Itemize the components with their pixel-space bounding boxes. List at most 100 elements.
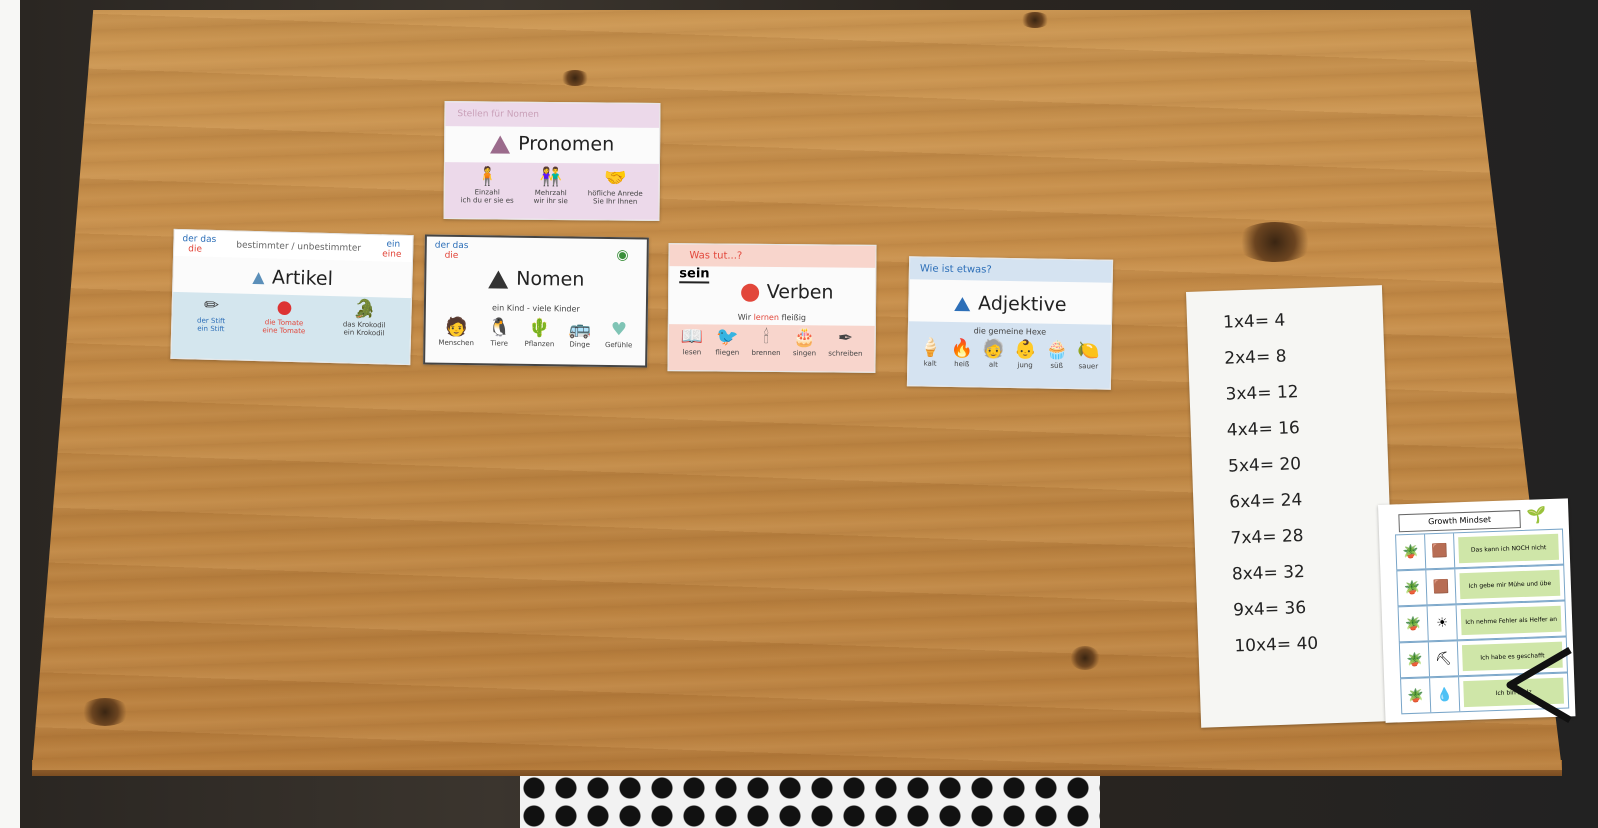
pencil-icon: ✏ — [203, 294, 220, 317]
triangle-icon — [488, 269, 509, 289]
growth-step-text: Das kann ich NOCH nicht — [1458, 533, 1560, 564]
adj-cold: 🍦 kalt — [918, 337, 942, 368]
flowerpot-icon: 🪴 — [1396, 534, 1427, 570]
poster-header-text: Stellen für Nomen — [457, 109, 540, 120]
poster-title: Growth Mindset — [1398, 510, 1521, 533]
photo-border-left — [0, 0, 20, 828]
poster-title: Artikel — [173, 264, 411, 292]
arrow-marker — [1506, 646, 1572, 724]
artikel-pen: ✏ der Stift ein Stift — [196, 294, 226, 334]
nomen-subtitle: ein Kind - viele Kinder — [491, 303, 580, 314]
flowerpot-icon: 🪴 — [1398, 606, 1429, 642]
crocodile-icon: 🐊 — [353, 298, 377, 321]
pronomen-pictures: 🧍 Einzahl ich du er sie es 👫 Mehrzahl wir ih… — [451, 166, 653, 207]
adj-old: 🧓 alt — [982, 338, 1006, 369]
eye-icon: ◉ — [616, 247, 629, 264]
artikel-pictures: ✏ der Stift ein Stift ● die Tomate eine Toma… — [178, 294, 405, 339]
penguin-icon: 🐧 — [488, 317, 511, 339]
ice-cream-icon: 🍦 — [918, 337, 942, 359]
nomen-plants: 🌵 Pflanzen — [524, 317, 555, 349]
pronomen-plural: 👫 Mehrzahl wir ihr sie — [533, 166, 568, 206]
verb-read: 📖 lesen — [680, 326, 704, 357]
sun-icon: ☀ — [1427, 605, 1458, 641]
pronomen-singular: 🧍 Einzahl ich du er sie es — [460, 166, 514, 206]
poster-header-text: Was tut...? — [689, 250, 743, 262]
cactus-icon: 🌵 — [528, 317, 552, 340]
bus-icon: 🚌 — [568, 318, 592, 340]
verb-write: ✒ schreiben — [828, 327, 863, 358]
seed-bag-icon: 🟫 — [1425, 533, 1456, 569]
triangle-icon — [954, 296, 971, 311]
poster-title: Verben — [699, 280, 875, 304]
heart-icon: ♥ — [610, 319, 628, 341]
growth-step-text: Ich gebe mir Mühe und übe — [1459, 569, 1561, 600]
pronomen-poster: Stellen für Nomen Pronomen 🧍 Einzahl ich d… — [443, 101, 661, 221]
growth-step: 🪴 🟫 Das kann ich NOCH nicht — [1395, 528, 1565, 571]
person-icon: 🧑 — [445, 316, 468, 339]
wood-knot — [560, 70, 590, 86]
adj-hot: 🔥 heiß — [950, 337, 974, 369]
flowerpot-icon: 🪴 — [1401, 678, 1432, 714]
wood-knot — [1235, 222, 1315, 262]
times-table-row: 9x4= 36 — [1232, 598, 1307, 621]
verben-poster: Was tut...? sein Verben Wir lernen fleiß… — [667, 243, 877, 373]
times-table-row: 1x4= 4 — [1222, 310, 1286, 333]
nomen-poster: der das die ◉ Nomen ein Kind - viele Kin… — [423, 234, 649, 368]
nomen-people: 🧑 Menschen — [438, 316, 474, 348]
nomen-feelings: ♥ Gefühle — [604, 319, 633, 350]
fire-icon: 🔥 — [950, 337, 974, 360]
person-icon: 🧍 — [476, 166, 499, 188]
triangle-icon — [251, 271, 265, 284]
polka-dot-rug — [520, 774, 1100, 828]
reading-icon: 📖 — [680, 326, 704, 348]
times-table-row: 6x4= 24 — [1229, 490, 1303, 513]
nomen-title: Nomen — [516, 267, 585, 291]
artikel-title: Artikel — [271, 266, 334, 291]
artikel-crocodile: 🐊 das Krokodil ein Krokodil — [342, 298, 386, 338]
wood-knot — [1020, 12, 1050, 28]
adjektive-poster: Wie ist etwas? Adjektive die gemeine Hex… — [906, 256, 1114, 390]
verb-sing: 🎂 singen — [792, 327, 817, 358]
wood-knot — [80, 698, 130, 726]
pen-icon: ✒ — [837, 327, 854, 349]
lemon-icon: 🍋 — [1077, 340, 1101, 362]
old-person-icon: 🧓 — [982, 338, 1006, 360]
pronomen-title: Pronomen — [518, 132, 615, 156]
handshake-icon: 🤝 — [604, 167, 627, 189]
times-table-strip: 1x4= 4 2x4= 8 3x4= 12 4x4= 16 5x4= 20 6x… — [1186, 285, 1398, 728]
nomen-pictures: 🧑 Menschen 🐧 Tiere 🌵 Pflanzen 🚌 Dinge ♥ Gefüh… — [431, 317, 639, 350]
artikel-header-right2: eine — [382, 249, 402, 260]
circle-icon — [740, 283, 759, 302]
verb-burn: 🕯 brennen — [751, 326, 781, 358]
adj-sour: 🍋 sauer — [1077, 340, 1101, 371]
soil-icon: 🟫 — [1426, 569, 1457, 605]
adj-young: 👶 jung — [1013, 339, 1037, 370]
verb-fly: 🐦 fliegen — [715, 326, 740, 357]
growth-step: 🪴 🟫 Ich gebe mir Mühe und übe — [1396, 564, 1566, 607]
verben-title: Verben — [766, 280, 834, 304]
seedling-icon: 🌱 — [1526, 505, 1547, 525]
artikel-header-left2: die — [188, 244, 203, 255]
artikel-tomato: ● die Tomate eine Tomate — [262, 296, 306, 336]
artikel-poster: der das die bestimmter / unbestimmter ei… — [170, 228, 414, 366]
adj-sweet: 🧁 süß — [1045, 339, 1069, 370]
times-table-row: 8x4= 32 — [1231, 562, 1306, 585]
times-table-row: 7x4= 28 — [1230, 526, 1304, 549]
times-table-row: 4x4= 16 — [1226, 418, 1301, 441]
wood-knot — [1070, 646, 1100, 670]
baby-icon: 👶 — [1013, 339, 1037, 361]
nomen-header-left: der das — [434, 240, 469, 252]
pronomen-polite: 🤝 höfliche Anrede Sie Ihr Ihnen — [587, 167, 643, 207]
poster-title: Adjektive — [909, 291, 1111, 317]
cupcake-icon: 🧁 — [1045, 339, 1069, 362]
people-icon: 👫 — [539, 166, 563, 189]
times-table-row: 2x4= 8 — [1224, 346, 1287, 369]
candle-icon: 🕯 — [763, 326, 769, 348]
verben-subtitle: Wir lernen fleißig — [737, 312, 807, 323]
verben-pictures: 📖 lesen 🐦 fliegen 🕯 brennen 🎂 singen ✒ schrei… — [675, 326, 869, 358]
flowerpot-icon: 🪴 — [1397, 570, 1428, 606]
flowerpot-icon: 🪴 — [1399, 642, 1431, 678]
growth-step: 🪴 ☀ Ich nehme Fehler als Helfer an — [1397, 600, 1567, 643]
times-table-row: 10x4= 40 — [1234, 633, 1319, 657]
artikel-header-right: ein — [386, 239, 401, 250]
